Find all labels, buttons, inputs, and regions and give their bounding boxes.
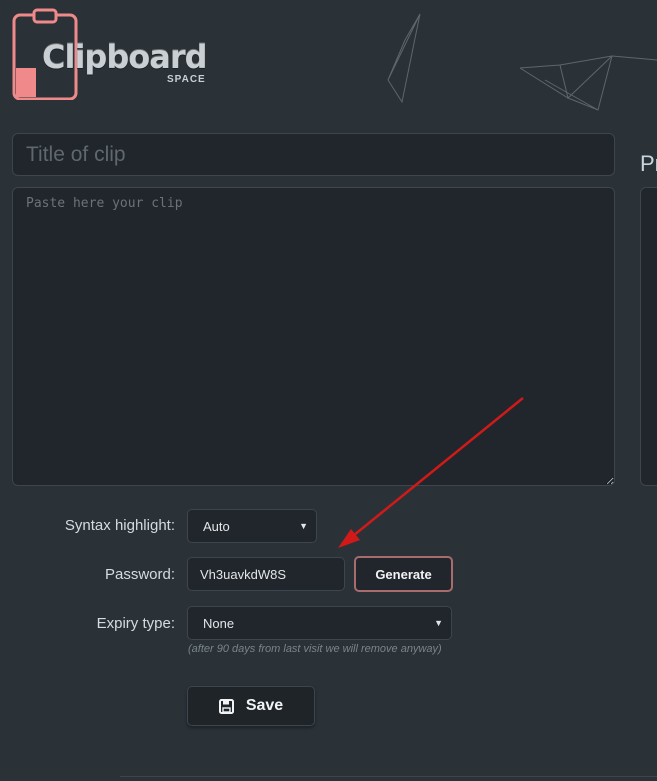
expiry-type-label: Expiry type: — [96, 615, 175, 632]
syntax-highlight-select[interactable]: Auto ▼ — [187, 509, 317, 543]
decorative-polygon-lines — [387, 13, 657, 111]
logo-wordmark: Clipboard — [42, 38, 207, 76]
clipboard-space-logo[interactable]: Clipboard SPACE — [12, 8, 222, 100]
caret-down-icon: ▼ — [434, 618, 443, 628]
clip-content-textarea[interactable] — [12, 187, 615, 486]
syntax-highlight-label: Syntax highlight: — [64, 517, 175, 534]
footer-divider — [120, 776, 657, 777]
password-label: Password: — [104, 566, 175, 583]
floppy-disk-icon — [218, 698, 234, 714]
logo-subtitle: SPACE — [167, 74, 206, 85]
password-input[interactable] — [187, 557, 345, 591]
save-button-label: Save — [245, 697, 284, 714]
generate-password-button[interactable]: Generate — [354, 556, 453, 592]
expiry-hint: (after 90 days from last visit we will r… — [188, 643, 442, 655]
preview-heading: Pr — [640, 151, 657, 176]
syntax-highlight-value: Auto — [203, 518, 230, 534]
save-button[interactable]: Save — [187, 686, 315, 726]
preview-panel — [640, 187, 657, 486]
page: Clipboard SPACE Pr Syntax highlight: Aut… — [0, 0, 657, 781]
expiry-type-select[interactable]: None ▼ — [187, 606, 452, 640]
expiry-type-value: None — [203, 615, 235, 631]
clip-title-input[interactable] — [12, 133, 615, 176]
caret-down-icon: ▼ — [299, 521, 308, 531]
